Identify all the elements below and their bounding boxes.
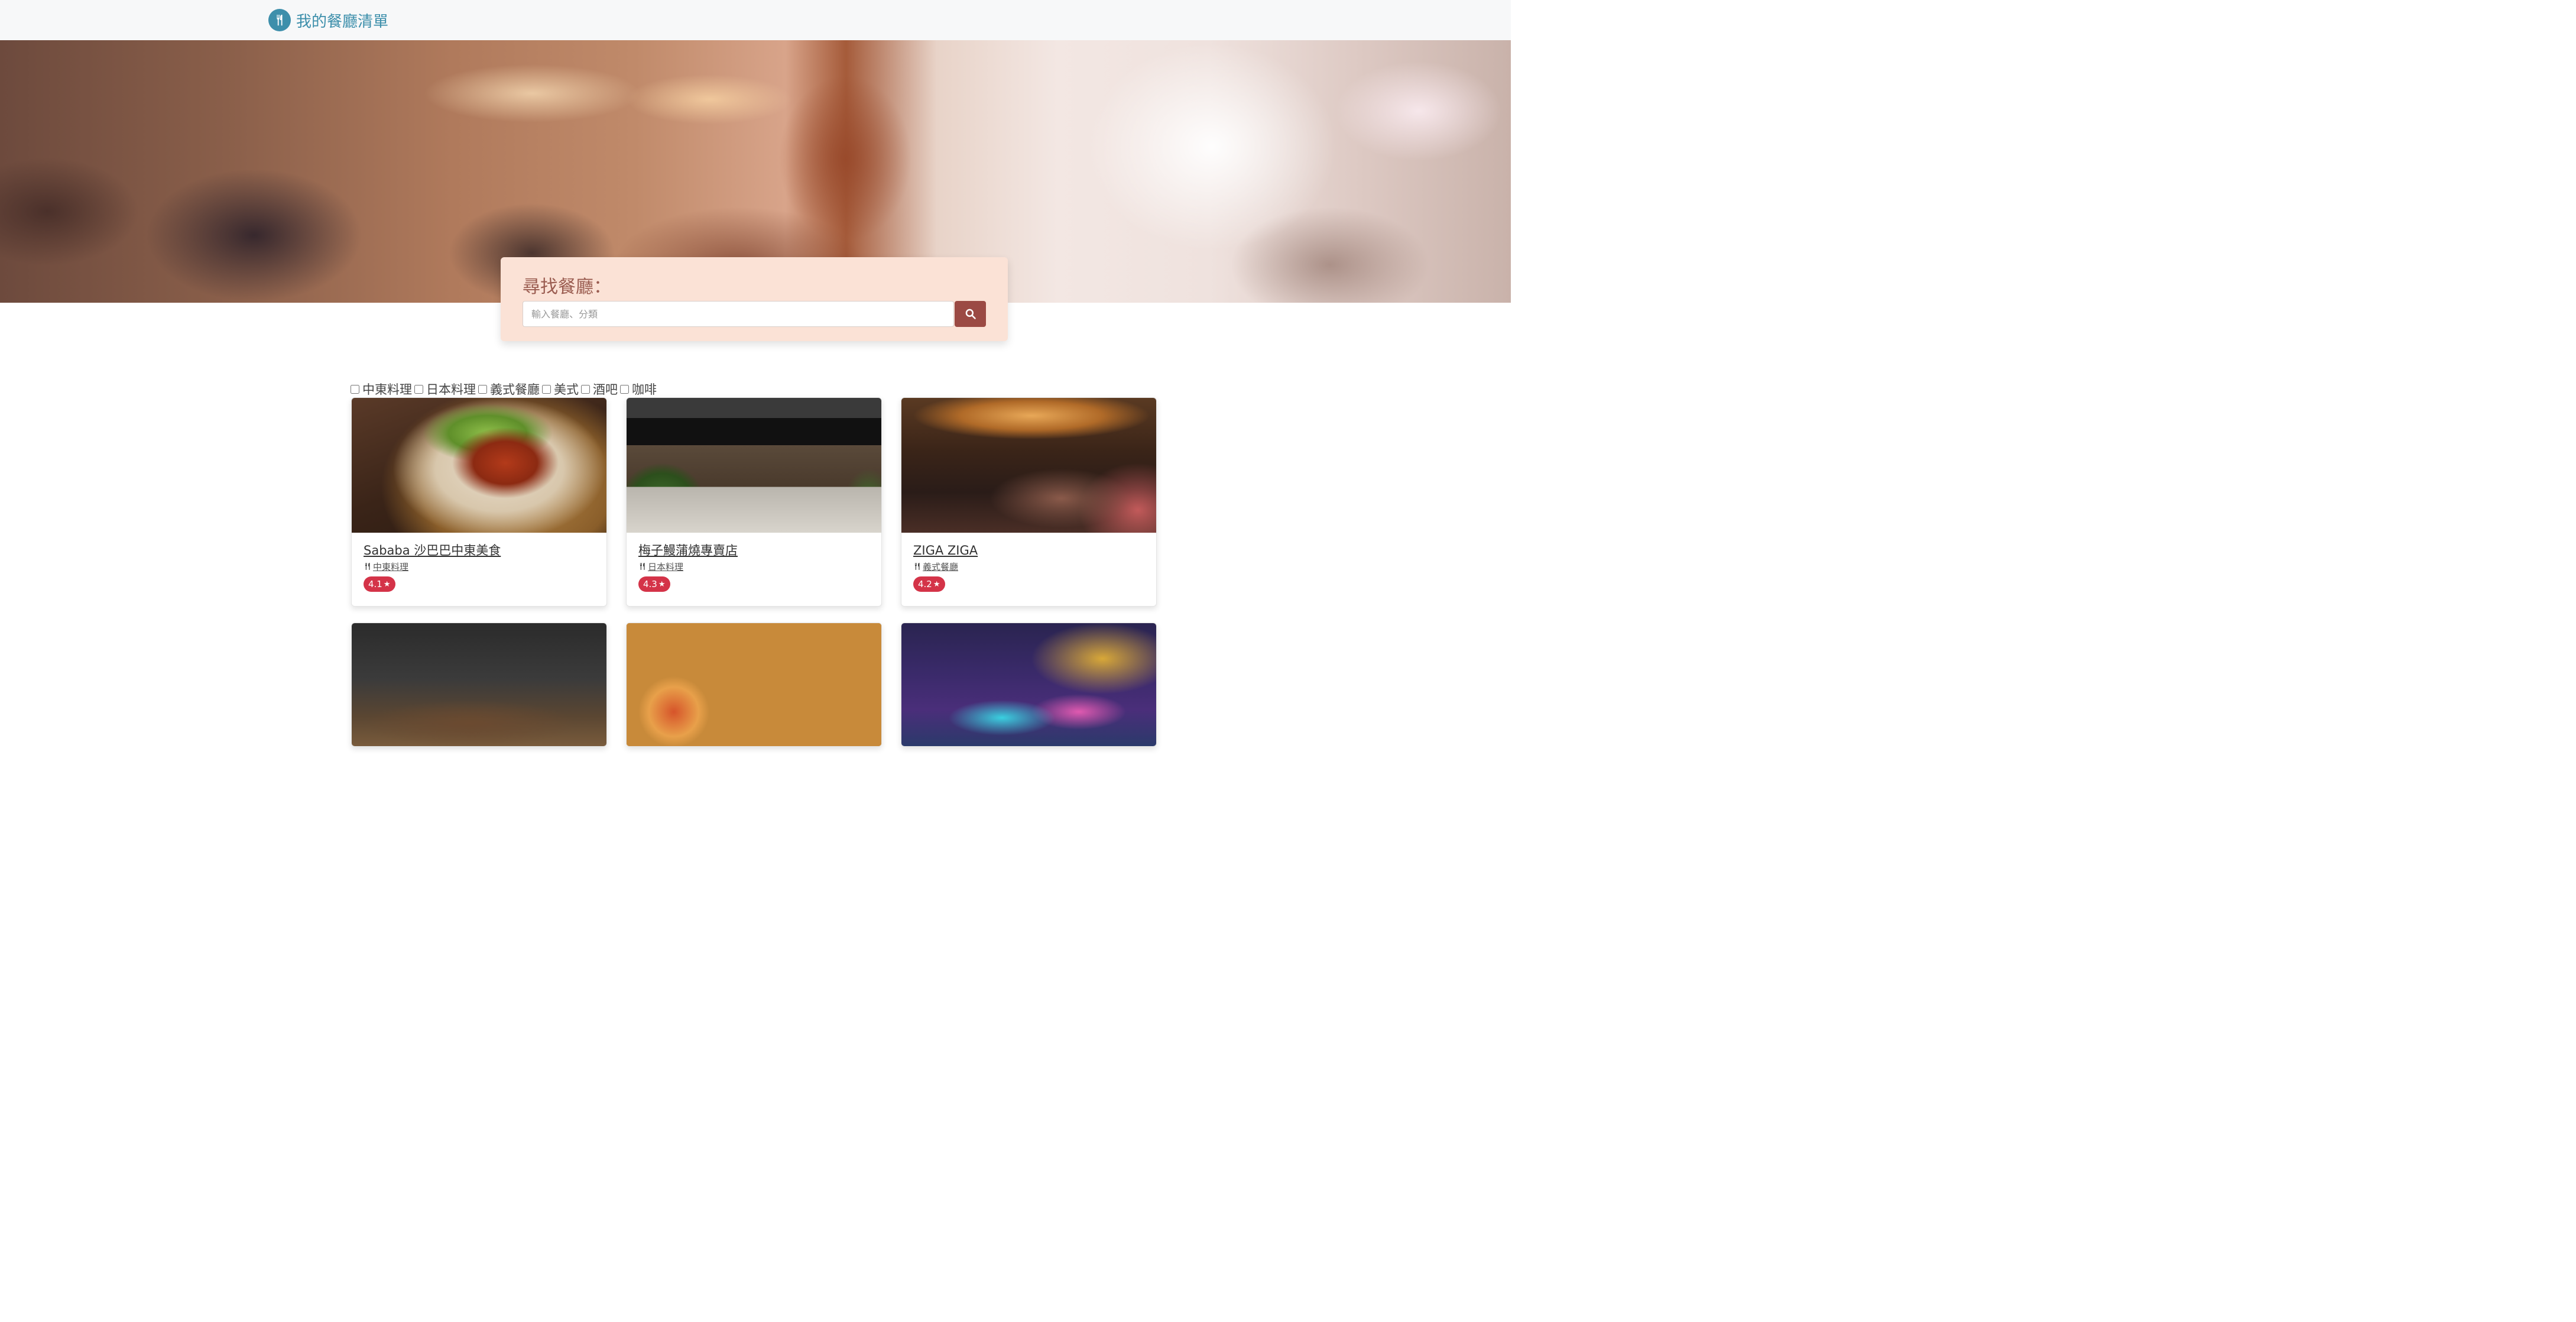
category-label: 日本料理 [648,561,684,572]
restaurant-card[interactable] [626,623,882,747]
star-icon: ★ [383,579,391,589]
rating-value: 4.1 [368,579,382,589]
utensils-icon [640,563,645,570]
restaurant-card[interactable] [351,623,607,747]
search-input[interactable] [523,301,954,327]
rating-badge: 4.2 ★ [913,576,945,592]
filter-label: 中東料理 [362,383,412,397]
filter-label: 日本料理 [426,383,476,397]
restaurant-card[interactable]: ZIGA ZIGA 義式餐廳 4.2 ★ [901,397,1157,607]
filter-checkbox[interactable] [414,384,423,394]
restaurant-card[interactable] [901,623,1157,747]
card-body: 梅子鰻蒲燒專賣店 日本料理 4.3 ★ [627,533,881,606]
filter-middle-eastern[interactable]: 中東料理 [351,380,412,398]
restaurant-name-link[interactable]: ZIGA ZIGA [913,542,1144,559]
filter-bar[interactable]: 酒吧 [581,380,618,398]
category-label: 義式餐廳 [923,561,959,572]
filter-cafe[interactable]: 咖啡 [620,380,657,398]
card-body: ZIGA ZIGA 義式餐廳 4.2 ★ [901,533,1156,606]
restaurant-card[interactable]: Sababa 沙巴巴中東美食 中東料理 4.1 ★ [351,397,607,607]
restaurant-image[interactable] [352,623,606,746]
star-icon: ★ [658,579,666,589]
category-filters: 中東料理 日本料理 義式餐廳 美式 酒吧 咖啡 [351,381,659,397]
navbar: 我的餐廳清單 [0,0,1511,40]
filter-checkbox[interactable] [542,384,551,394]
filter-label: 咖啡 [632,383,657,397]
filter-checkbox[interactable] [620,384,629,394]
filter-italian[interactable]: 義式餐廳 [478,380,540,398]
restaurant-image[interactable] [901,623,1156,746]
restaurant-category: 義式餐廳 [913,560,1144,573]
restaurant-image[interactable] [901,398,1156,533]
restaurant-image[interactable] [627,398,881,533]
restaurant-name-link[interactable]: Sababa 沙巴巴中東美食 [364,542,595,559]
page: 我的餐廳清單 尋找餐廳： 中東料理 日本料理 義式餐廳 [0,0,2576,1322]
utensils-icon [268,9,291,31]
filter-american[interactable]: 美式 [542,380,579,398]
filter-label: 酒吧 [593,383,618,397]
filter-checkbox[interactable] [581,384,590,394]
filter-japanese[interactable]: 日本料理 [414,380,476,398]
category-label: 中東料理 [373,561,409,572]
search-icon [965,308,976,320]
card-body: Sababa 沙巴巴中東美食 中東料理 4.1 ★ [352,533,606,606]
utensils-icon [365,563,370,570]
brand-link[interactable]: 我的餐廳清單 [268,7,388,33]
filter-label: 美式 [554,383,579,397]
rating-badge: 4.1 ★ [364,576,395,592]
restaurant-category: 中東料理 [364,560,595,573]
restaurant-category: 日本料理 [638,560,870,573]
restaurant-name-link[interactable]: 梅子鰻蒲燒專賣店 [638,542,870,559]
restaurant-card[interactable]: 梅子鰻蒲燒專賣店 日本料理 4.3 ★ [626,397,882,607]
restaurant-image[interactable] [352,398,606,533]
filter-checkbox[interactable] [478,384,487,394]
star-icon: ★ [933,579,940,589]
search-title: 尋找餐廳： [523,277,611,297]
rating-value: 4.3 [643,579,657,589]
utensils-icon [914,563,920,570]
search-button[interactable] [955,301,986,327]
rating-badge: 4.3 ★ [638,576,670,592]
restaurant-image[interactable] [627,623,881,746]
rating-value: 4.2 [918,579,932,589]
brand-title: 我的餐廳清單 [296,12,389,31]
filter-checkbox[interactable] [351,384,359,394]
search-panel: 尋找餐廳： [501,257,1008,341]
filter-label: 義式餐廳 [490,383,540,397]
